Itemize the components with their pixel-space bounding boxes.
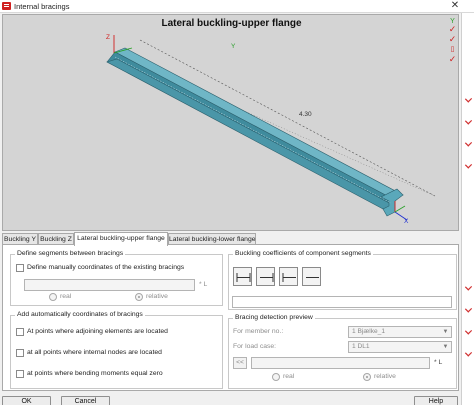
radio-relative-label: relative [146,293,168,300]
zero-moments-checkbox[interactable] [16,370,24,378]
check-red-icon [464,95,473,103]
check-red-icon [464,349,473,357]
segment-free-free-icon [306,277,319,278]
preview-unit-label: * L [434,359,443,366]
bracing-preview-title: Bracing detection preview [233,314,315,321]
close-icon[interactable]: ✕ [444,0,466,12]
preview-radio-relative[interactable] [363,373,371,381]
internal-nodes-checkbox[interactable] [16,349,24,357]
check-red-icon[interactable]: ✓ [447,54,458,65]
segment-fixed-free-icon [282,273,296,282]
segment-fixed-free-button[interactable] [279,267,298,286]
y-axis-label: Y [231,43,236,50]
check-red-icon [464,161,473,169]
segment-free-fixed-icon [260,273,274,282]
preview-radio-relative-label: relative [374,373,396,380]
window-title: Internal bracings [14,2,70,11]
check-red-icon [464,305,473,313]
segment-fixed-fixed-button[interactable] [233,267,252,286]
zero-moments-label: at points where bending moments equal ze… [27,370,163,377]
tab-lateral-upper[interactable]: Lateral buckling-upper flange [74,232,168,246]
preview-radio-real-label: real [283,373,295,380]
segment-free-free-button[interactable] [302,267,321,286]
member-select-value: 1 Bjælke_1 [352,328,385,335]
beam-viewport[interactable]: Lateral buckling-upper flange Z Y X 4.30 [2,14,459,231]
load-case-label: For load case: [233,343,277,350]
segment-free-fixed-button[interactable] [256,267,275,286]
adjoining-elements-label: At points where adjoining elements are l… [27,328,168,335]
app-icon [2,2,11,10]
chevron-down-icon: ▼ [442,344,449,350]
manual-coordinates-input[interactable] [24,279,195,291]
help-button[interactable]: Help [414,396,458,405]
check-red-icon [464,327,473,335]
previous-button[interactable]: << [233,357,247,369]
radio-real-label: real [60,293,72,300]
manual-coordinates-checkbox[interactable] [16,264,24,272]
preview-radio-real[interactable] [272,373,280,381]
beam-top-flange [114,47,404,200]
check-red-icon [464,283,473,291]
ok-button[interactable]: OK [2,396,51,405]
buckling-coefficients-title: Buckling coefficients of component segme… [233,250,373,257]
window-titlebar: Internal bracings ✕ [0,0,474,13]
internal-nodes-label: at all points where internal nodes are l… [27,349,162,356]
load-case-select[interactable]: 1 DL1 ▼ [348,341,452,353]
chevron-down-icon: ▼ [442,329,449,335]
segment-fixed-fixed-icon [236,273,251,282]
cancel-button[interactable]: Cancel [61,396,110,405]
member-select[interactable]: 1 Bjælke_1 ▼ [348,326,452,338]
manual-coordinates-label: Define manually coordinates of the exist… [27,264,185,271]
auto-bracings-title: Add automatically coordinates of bracing… [15,311,145,318]
check-red-icon [464,139,473,147]
radio-real[interactable] [49,293,57,301]
background-window-strip [461,13,474,405]
check-red-icon [464,117,473,125]
member-label: For member no.: [233,328,284,335]
coefficient-input[interactable] [232,296,452,308]
x-axis-label: X [404,218,409,225]
preview-coordinates-field[interactable] [251,357,430,369]
length-label: 4.30 [299,111,312,118]
radio-relative[interactable] [135,293,143,301]
adjoining-elements-checkbox[interactable] [16,328,24,336]
load-case-select-value: 1 DL1 [352,343,370,350]
y-axis-end [394,205,406,213]
define-segments-title: Define segments between bracings [15,250,126,257]
z-axis-label: Z [106,34,110,41]
manual-unit-label: * L [199,281,208,288]
dimension-line [139,39,436,197]
beam-bottom-flange [106,58,394,210]
